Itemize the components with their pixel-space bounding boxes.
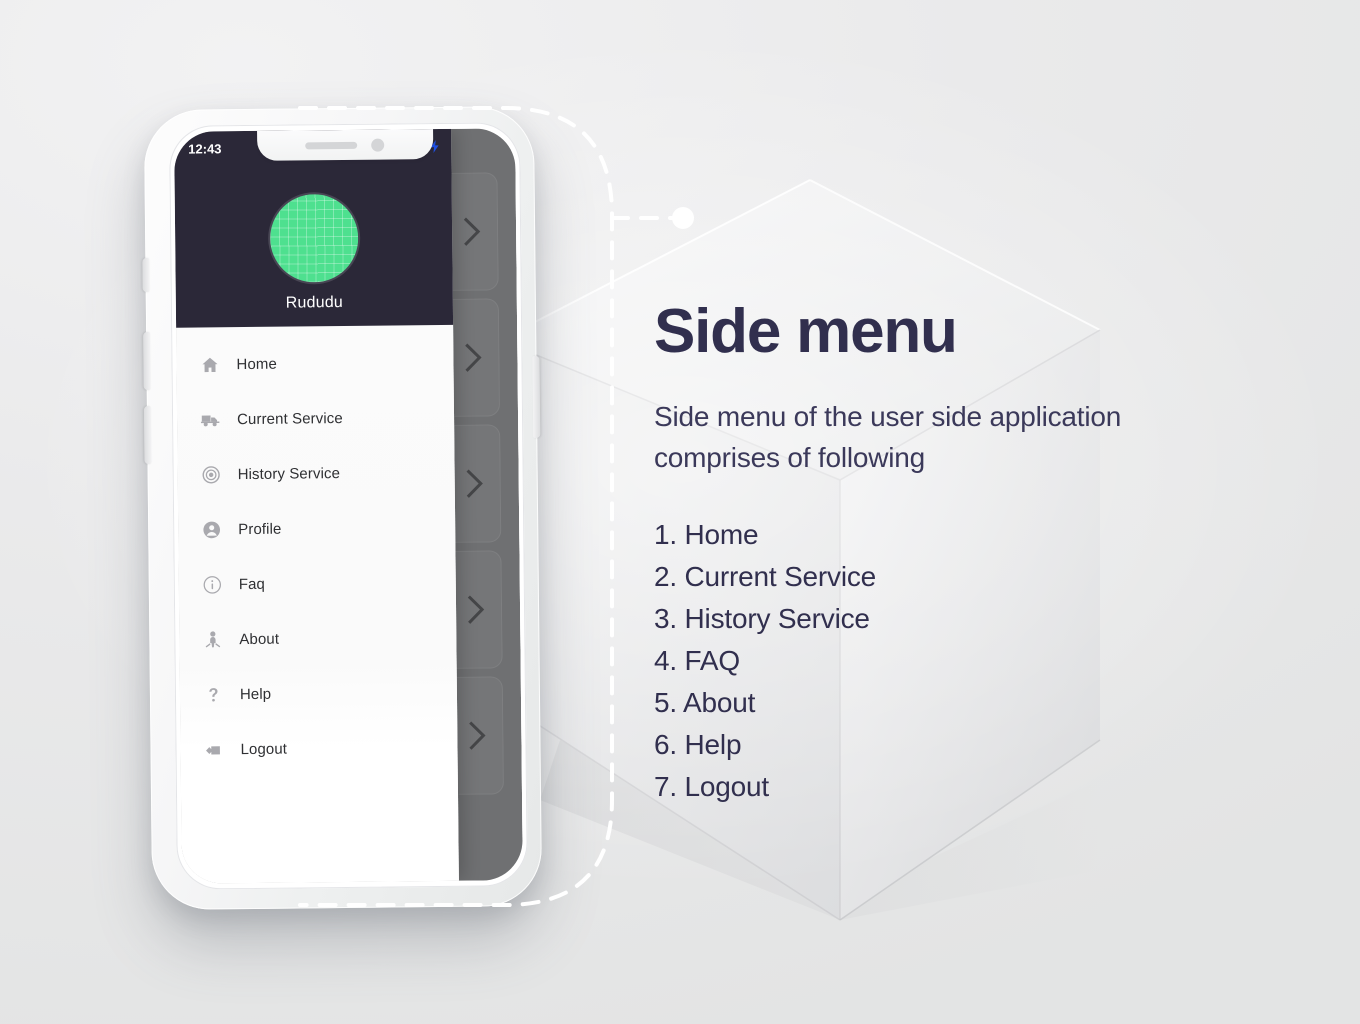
avatar[interactable] [269, 193, 359, 283]
page-subtitle: Side menu of the user side application c… [654, 401, 1122, 473]
menu-item-label: Logout [240, 740, 288, 759]
menu-item-label: Current Service [236, 409, 343, 429]
list-item: 4. FAQ [654, 644, 740, 676]
home-icon [194, 355, 224, 374]
slide-canvas: y 12:43 [0, 0, 1360, 1024]
profile-name: Rududu [285, 293, 344, 312]
phone-notch [256, 129, 433, 161]
info-circle-icon [197, 575, 227, 594]
user-circle-icon [196, 520, 226, 539]
chevron-right-icon [453, 343, 482, 372]
chevron-right-icon [455, 595, 485, 624]
feature-list: 1. Home 2. Current Service 3. History Se… [654, 514, 1274, 808]
power-button[interactable] [532, 355, 541, 439]
phone-mockup: y 12:43 [142, 105, 543, 911]
menu-item-label: Faq [238, 575, 266, 594]
chevron-right-icon [457, 721, 486, 750]
menu-item-current-service[interactable]: Current Service [177, 390, 455, 448]
menu-item-profile[interactable]: Profile [178, 500, 456, 558]
list-item: 2. Current Service [654, 560, 877, 592]
menu-item-label: Help [239, 685, 272, 704]
page-title: Side menu [654, 297, 958, 366]
front-camera-icon [371, 138, 385, 152]
drawer-menu-list: Home Current Service History Service Pro… [176, 324, 459, 884]
volume-up-button[interactable] [143, 332, 151, 391]
volume-down-button[interactable] [143, 406, 152, 465]
description-panel: Side menu Side menu of the user side app… [654, 300, 1274, 808]
menu-item-label: Home [236, 355, 278, 374]
menu-item-home[interactable]: Home [176, 335, 454, 393]
list-item: 6. Help [654, 728, 742, 760]
menu-item-label: Profile [238, 520, 282, 539]
mute-switch[interactable] [142, 258, 150, 293]
menu-item-logout[interactable]: Logout [180, 720, 458, 778]
earpiece-speaker-icon [305, 141, 358, 149]
person-icon [197, 630, 227, 649]
menu-item-faq[interactable]: Faq [179, 555, 457, 613]
list-item: 5. About [654, 686, 756, 718]
list-item: 3. History Service [654, 602, 870, 634]
menu-item-help[interactable]: Help [180, 665, 458, 723]
side-menu-drawer: 12:43 Rududu Home Current Service Histor… [174, 128, 459, 884]
chevron-right-icon [454, 469, 483, 498]
phone-screen: y 12:43 [174, 128, 523, 884]
question-mark-icon [198, 685, 228, 704]
menu-item-label: About [239, 630, 280, 649]
menu-item-history-service[interactable]: History Service [177, 445, 455, 503]
status-bar-time: 12:43 [188, 140, 222, 157]
menu-item-label: History Service [237, 465, 341, 484]
list-item: 1. Home [654, 518, 759, 550]
target-icon [196, 465, 226, 484]
chevron-right-icon [451, 217, 481, 246]
list-item: 7. Logout [654, 770, 769, 802]
logout-icon [198, 741, 228, 759]
phone-bezel: y 12:43 [168, 122, 528, 890]
truck-icon [195, 409, 225, 430]
menu-item-about[interactable]: About [179, 610, 457, 668]
